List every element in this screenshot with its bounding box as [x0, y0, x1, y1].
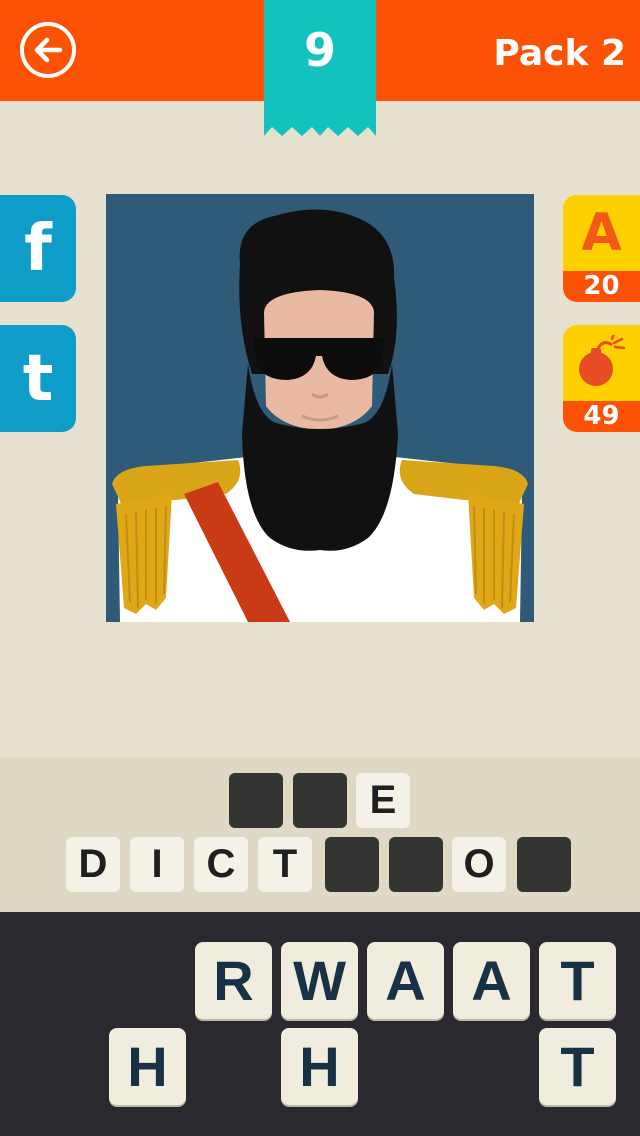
letter-key[interactable]: H: [109, 1028, 186, 1105]
letter-key[interactable]: H: [281, 1028, 358, 1105]
reveal-letter-hint-button[interactable]: A 20: [563, 195, 640, 302]
answer-slot[interactable]: O: [452, 837, 506, 892]
bomb-count: 49: [563, 401, 640, 432]
letter-key[interactable]: T: [539, 942, 616, 1019]
letter-key[interactable]: A: [453, 942, 530, 1019]
bomb-hint-button[interactable]: 49: [563, 325, 640, 432]
letter-a-icon: A: [581, 203, 622, 263]
twitter-icon: t: [22, 341, 54, 416]
answer-slot[interactable]: [293, 773, 347, 828]
answer-area: E D I C T O: [0, 757, 640, 912]
letter-key[interactable]: T: [539, 1028, 616, 1105]
puzzle-image: [106, 194, 534, 622]
level-number: 9: [303, 23, 336, 77]
answer-slot[interactable]: D: [66, 837, 120, 892]
answer-slot[interactable]: [389, 837, 443, 892]
pack-title: Pack 2: [493, 33, 626, 74]
reveal-letter-count: 20: [563, 271, 640, 302]
answer-slot[interactable]: C: [194, 837, 248, 892]
letter-key[interactable]: W: [281, 942, 358, 1019]
letter-keyboard: R W A A T H H T: [0, 912, 640, 1136]
facebook-icon: f: [24, 211, 52, 286]
answer-slot[interactable]: [325, 837, 379, 892]
bomb-icon: [578, 335, 625, 386]
back-button[interactable]: [20, 22, 76, 78]
letter-key[interactable]: R: [195, 942, 272, 1019]
letter-key[interactable]: A: [367, 942, 444, 1019]
back-arrow-icon: [34, 37, 63, 63]
facebook-share-button[interactable]: f: [0, 195, 76, 302]
dictator-illustration: [106, 194, 534, 622]
level-ribbon: 9: [264, 0, 376, 136]
twitter-share-button[interactable]: t: [0, 325, 76, 432]
answer-slot[interactable]: T: [258, 837, 312, 892]
answer-slot[interactable]: [229, 773, 283, 828]
answer-slot[interactable]: E: [356, 773, 410, 828]
answer-slot[interactable]: I: [130, 837, 184, 892]
answer-slot[interactable]: [517, 837, 571, 892]
